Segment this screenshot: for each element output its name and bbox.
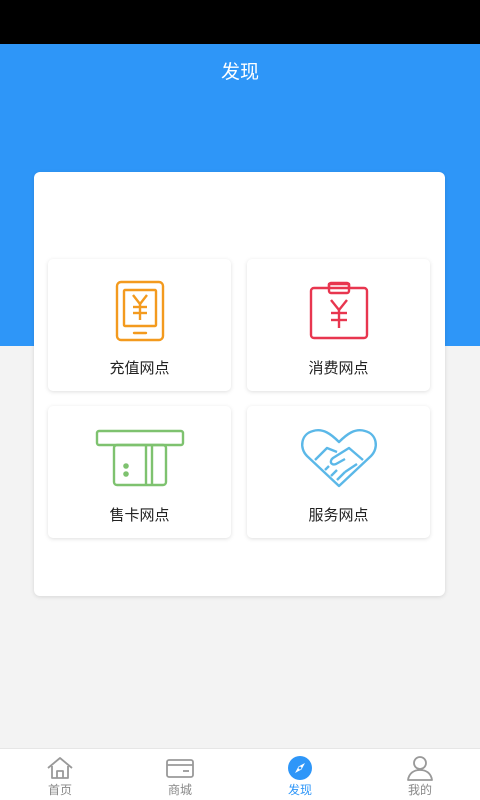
status-bar bbox=[0, 0, 480, 44]
user-icon bbox=[405, 755, 435, 781]
tab-label: 我的 bbox=[407, 783, 432, 797]
tile-service-points[interactable]: 服务网点 bbox=[247, 406, 430, 538]
tab-label: 首页 bbox=[47, 783, 72, 797]
page-title: 发现 bbox=[220, 61, 259, 83]
tile-recharge-points[interactable]: 充值网点 bbox=[48, 259, 231, 391]
phone-yuan-icon bbox=[48, 273, 231, 349]
tile-label: 消费网点 bbox=[308, 359, 369, 377]
tab-home[interactable]: 首页 bbox=[0, 749, 120, 800]
clipboard-yuan-icon bbox=[247, 273, 430, 349]
wallet-icon bbox=[165, 755, 195, 781]
home-icon bbox=[45, 755, 75, 781]
handshake-heart-icon bbox=[247, 420, 430, 496]
tab-label: 发现 bbox=[287, 783, 312, 797]
tile-consume-points[interactable]: 消费网点 bbox=[247, 259, 430, 391]
tile-label: 售卡网点 bbox=[109, 506, 170, 524]
discover-card: 充值网点 消费网点 售卡网点 服务网点 bbox=[34, 172, 445, 596]
tile-sell-card-points[interactable]: 售卡网点 bbox=[48, 406, 231, 538]
tab-label: 商城 bbox=[167, 783, 192, 797]
tile-label: 服务网点 bbox=[308, 506, 369, 524]
compass-icon bbox=[285, 755, 315, 781]
tab-mine[interactable]: 我的 bbox=[360, 749, 480, 800]
card-slot-icon bbox=[48, 420, 231, 496]
bottom-tab-bar: 首页 商城 发现 我的 bbox=[0, 748, 480, 800]
tab-discover[interactable]: 发现 bbox=[240, 749, 360, 800]
tile-label: 充值网点 bbox=[109, 359, 170, 377]
tab-mall[interactable]: 商城 bbox=[120, 749, 240, 800]
